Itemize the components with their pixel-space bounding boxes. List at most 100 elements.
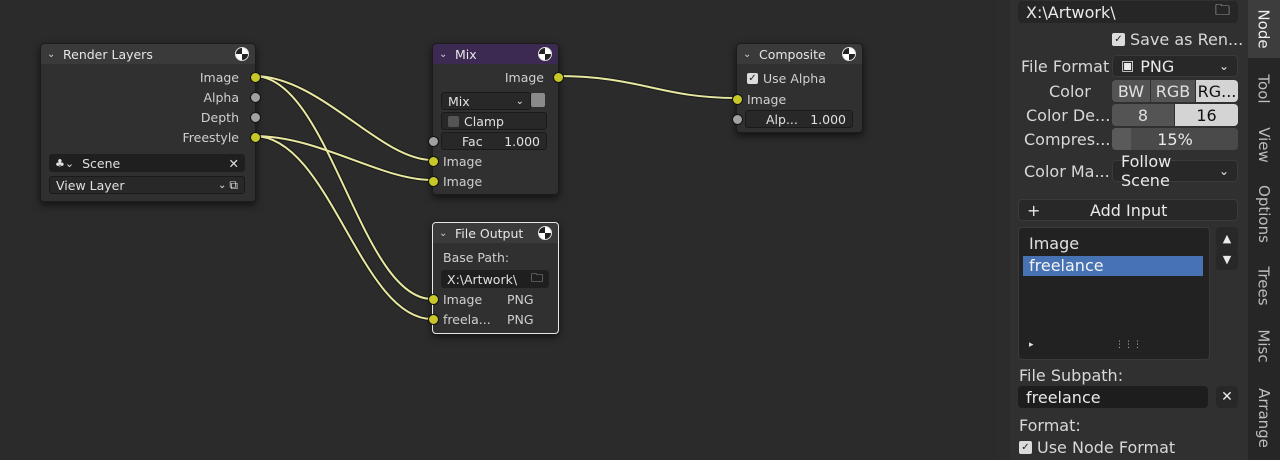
save-as-render-checkbox[interactable]: ✓ Save as Ren...	[1112, 28, 1243, 50]
mix-header[interactable]: ⌄ Mix	[433, 44, 558, 64]
file-output-header[interactable]: ⌄ File Output	[433, 223, 558, 243]
save-as-render-label: Save as Ren...	[1130, 29, 1244, 49]
tab-trees-label: Trees	[1255, 266, 1274, 306]
view-layer-copy-icon[interactable]: ⧉	[229, 178, 238, 193]
tab-options[interactable]: Options	[1248, 176, 1280, 252]
file-input-2-format: PNG	[507, 311, 534, 327]
color-depth-16-option[interactable]: 16	[1175, 104, 1238, 126]
compression-slider[interactable]: 15%	[1112, 128, 1238, 150]
file-socket-in-2[interactable]	[428, 314, 439, 325]
collapse-chevron-icon[interactable]: ⌄	[743, 49, 755, 60]
socket-depth-out[interactable]	[250, 112, 261, 123]
remove-input-button[interactable]: ✕	[1216, 386, 1238, 408]
scene-selector[interactable]: ♣⌄ Scene ✕	[49, 154, 245, 172]
tab-misc[interactable]: Misc	[1248, 320, 1280, 372]
node-title: File Output	[455, 225, 524, 241]
mix-node[interactable]: ⌄ Mix Image Mix ⌄ Clamp Fac 1.000 Image …	[428, 43, 564, 195]
socket-alpha-out[interactable]	[250, 92, 261, 103]
tab-options-label: Options	[1255, 185, 1274, 243]
color-depth-8-option[interactable]: 8	[1112, 104, 1174, 126]
tab-tool-label: Tool	[1254, 74, 1273, 104]
node-sidebar: X:\Artwork\ 🗀 ✓ Save as Ren... File Form…	[1010, 0, 1248, 460]
expand-triangle-icon[interactable]: ▸	[1029, 340, 1034, 350]
preview-sphere-icon[interactable]	[538, 226, 552, 240]
color-bw-option[interactable]: BW	[1112, 80, 1150, 102]
file-format-dropdown[interactable]: ▣ PNG ⌄	[1112, 55, 1238, 77]
triangle-up-icon: ▲	[1222, 231, 1232, 245]
mix-socket-out[interactable]	[553, 72, 564, 83]
close-icon: ✕	[1221, 389, 1233, 405]
file-output-node[interactable]: ⌄ File Output Base Path: X:\Artwork\ 🗀 I…	[428, 222, 559, 334]
checkbox-checked-icon[interactable]: ✓	[1019, 440, 1032, 454]
composite-node[interactable]: ⌄ Composite ✓ Use Alpha Image Alp... 1.0…	[732, 43, 863, 133]
use-alpha-label: Use Alpha	[763, 70, 826, 86]
file-socket-in-1[interactable]	[428, 294, 439, 305]
format-label: Format:	[1019, 415, 1081, 435]
resize-grip-icon[interactable]: ⋮⋮⋮	[1115, 340, 1142, 350]
file-input-2-name: freela...	[443, 311, 491, 327]
clear-scene-icon[interactable]: ✕	[229, 156, 239, 171]
color-rgb-option[interactable]: RGB	[1151, 80, 1195, 102]
mix-socket-in-1[interactable]	[428, 156, 439, 167]
node-editor-canvas[interactable]: ⌄ Render Layers Image Alpha Depth Freest…	[0, 0, 997, 460]
composite-input-label: Image	[747, 91, 787, 107]
clamp-checkbox[interactable]: Clamp	[441, 112, 547, 130]
mix-output-label: Image	[504, 69, 544, 85]
list-item[interactable]: Image	[1023, 234, 1203, 254]
render-layers-header[interactable]: ⌄ Render Layers	[41, 44, 255, 64]
color-depth-group: 8 16	[1112, 104, 1238, 126]
composite-header[interactable]: ⌄ Composite	[737, 44, 862, 64]
tab-arrange[interactable]: Arrange	[1248, 376, 1280, 460]
preview-sphere-icon[interactable]	[235, 47, 249, 61]
alpha-value: 1.000	[810, 111, 846, 127]
socket-freestyle-out[interactable]	[250, 132, 261, 143]
folder-icon[interactable]: 🗀	[1215, 0, 1230, 25]
fac-socket-in[interactable]	[428, 136, 439, 147]
sidebar-tabs: Node Tool View Options Trees Misc Arrang…	[1248, 0, 1280, 460]
color-management-dropdown[interactable]: Follow Scene ⌄	[1112, 152, 1238, 190]
color-rgba-option[interactable]: RG...	[1196, 80, 1238, 102]
list-item-selected[interactable]: freelance	[1023, 256, 1203, 276]
base-path-label: Base Path:	[443, 249, 510, 265]
preview-sphere-icon[interactable]	[842, 47, 856, 61]
tab-view[interactable]: View	[1248, 118, 1280, 172]
use-node-format-checkbox[interactable]: ✓ Use Node Format	[1019, 436, 1175, 458]
color-mode-group: BW RGB RG...	[1112, 80, 1238, 102]
composite-socket-in[interactable]	[732, 94, 743, 105]
inputs-list[interactable]: Image freelance ▸ ⋮⋮⋮	[1018, 227, 1210, 360]
checkbox-checked-icon[interactable]: ✓	[747, 72, 758, 84]
socket-image-out[interactable]	[250, 72, 261, 83]
clamp-checkbox-icon[interactable]	[448, 115, 459, 127]
render-layers-node[interactable]: ⌄ Render Layers Image Alpha Depth Freest…	[40, 43, 261, 202]
collapse-chevron-icon[interactable]: ⌄	[439, 49, 451, 60]
base-path-field[interactable]: X:\Artwork\ 🗀	[441, 270, 549, 288]
blend-mode-dropdown[interactable]: Mix ⌄	[441, 92, 531, 110]
add-input-button[interactable]: + Add Input	[1018, 199, 1238, 221]
file-input-2-label: freela... PNG	[443, 310, 553, 328]
tab-trees[interactable]: Trees	[1248, 256, 1280, 316]
folder-icon[interactable]: 🗀	[531, 269, 543, 290]
checkbox-checked-icon[interactable]: ✓	[1112, 32, 1125, 46]
alpha-socket-in[interactable]	[732, 114, 743, 125]
use-alpha-toggle-icon[interactable]	[531, 93, 545, 107]
plus-icon: +	[1027, 200, 1041, 220]
alpha-slider[interactable]: Alp... 1.000	[745, 110, 853, 128]
fac-slider[interactable]: Fac 1.000	[441, 132, 547, 150]
compression-label: Compres...	[1024, 129, 1111, 149]
tab-node-label: Node	[1255, 9, 1273, 49]
move-down-button[interactable]: ▼	[1216, 248, 1238, 270]
color-management-label: Color Ma...	[1024, 161, 1110, 181]
collapse-chevron-icon[interactable]: ⌄	[439, 228, 451, 239]
use-node-format-label: Use Node Format	[1037, 437, 1176, 457]
fac-label: Fac	[462, 133, 483, 149]
preview-sphere-icon[interactable]	[538, 47, 552, 61]
tab-tool[interactable]: Tool	[1248, 62, 1280, 116]
sidebar-path-field[interactable]: X:\Artwork\ 🗀	[1018, 1, 1238, 23]
view-layer-selector[interactable]: View Layer ⌄ ⧉	[49, 176, 245, 194]
move-up-button[interactable]: ▲	[1216, 227, 1238, 249]
collapse-chevron-icon[interactable]: ⌄	[47, 49, 59, 60]
use-alpha-checkbox[interactable]: ✓ Use Alpha	[747, 69, 826, 87]
file-subpath-field[interactable]: freelance	[1018, 386, 1208, 408]
tab-node[interactable]: Node	[1248, 0, 1280, 58]
mix-socket-in-2[interactable]	[428, 176, 439, 187]
